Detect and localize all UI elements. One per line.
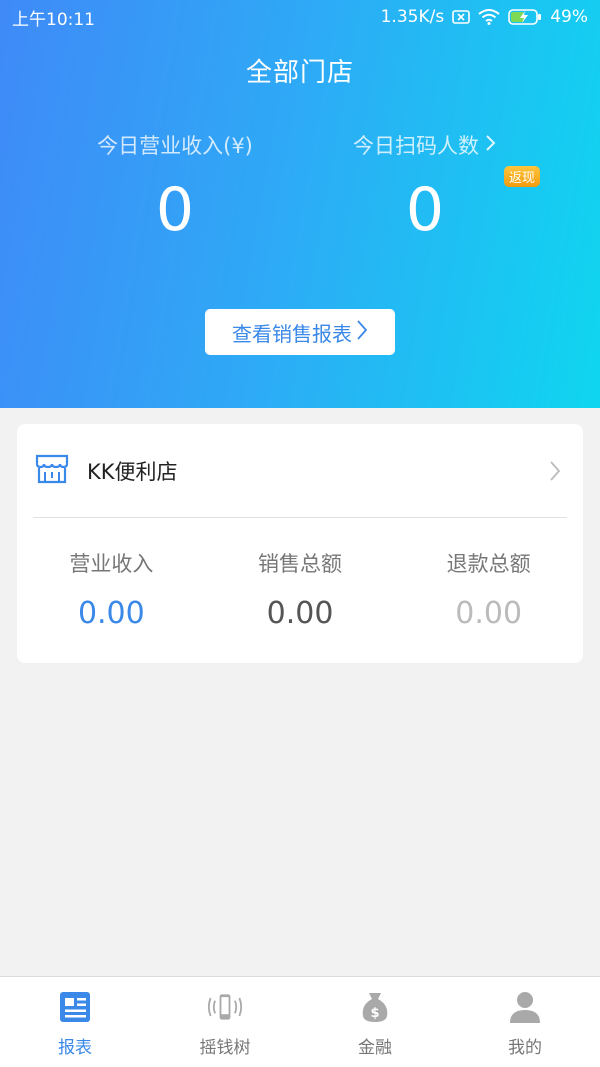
scan-label: 今日扫码人数 <box>353 134 479 158</box>
report-button-label: 查看销售报表 <box>232 321 352 346</box>
revenue-label: 今日营业收入(¥) <box>97 134 253 158</box>
chevron-right-icon <box>485 133 497 157</box>
report-icon <box>57 989 93 1025</box>
metric-value: 0.00 <box>266 596 334 631</box>
status-bar: 上午10:11 1.35K/s 49% <box>0 0 600 34</box>
network-speed: 1.35K/s <box>380 7 445 27</box>
store-card: KK便利店 营业收入 0.00 销售总额 0.00 退款总额 0.00 <box>17 424 583 663</box>
metric-label: 销售总额 <box>258 552 342 576</box>
status-time: 上午10:11 <box>12 9 95 30</box>
app-screen: 上午10:11 1.35K/s 49% 全部门店 今日营业收入(¥) 0 今日扫… <box>0 0 600 1067</box>
battery-icon <box>508 9 542 25</box>
nav-label: 我的 <box>508 1038 542 1058</box>
view-sales-report-button[interactable]: 查看销售报表 <box>205 309 395 355</box>
metric-value: 0.00 <box>77 596 145 631</box>
nav-item-money-tree[interactable]: 摇钱树 <box>150 977 300 1067</box>
metric-value: 0.00 <box>455 596 523 631</box>
scan-label-row[interactable]: 今日扫码人数 <box>353 130 497 160</box>
nav-item-finance[interactable]: $ 金融 <box>300 977 450 1067</box>
chevron-right-icon <box>549 460 561 486</box>
nav-label: 报表 <box>58 1038 92 1058</box>
chevron-right-icon <box>356 319 368 346</box>
store-header[interactable]: KK便利店 <box>17 424 583 517</box>
shake-phone-icon <box>207 989 243 1025</box>
metric-operating-income: 营业收入 0.00 <box>17 548 206 631</box>
store-name: KK便利店 <box>87 459 178 484</box>
nav-item-mine[interactable]: 我的 <box>450 977 600 1067</box>
scan-value: 0 <box>405 175 445 245</box>
revenue-value: 0 <box>155 175 195 245</box>
revenue-stat: 今日营业收入(¥) 0 <box>50 130 300 240</box>
bottom-nav: 报表 摇钱树 $ 金融 我的 <box>0 976 600 1067</box>
metric-total-sales: 销售总额 0.00 <box>206 548 395 631</box>
status-right: 1.35K/s 49% <box>381 7 588 27</box>
sim-icon <box>452 10 471 24</box>
scan-stat[interactable]: 今日扫码人数 返现 0 <box>300 130 550 240</box>
store-metrics: 营业收入 0.00 销售总额 0.00 退款总额 0.00 <box>17 548 583 631</box>
metric-total-refunds: 退款总额 0.00 <box>394 548 583 631</box>
header-banner: 上午10:11 1.35K/s 49% 全部门店 今日营业收入(¥) 0 今日扫… <box>0 0 600 408</box>
metric-label: 退款总额 <box>446 552 531 576</box>
cashback-badge: 返现 <box>503 166 540 187</box>
store-icon <box>35 454 69 488</box>
nav-item-report[interactable]: 报表 <box>0 977 150 1067</box>
metric-label: 营业收入 <box>69 552 154 576</box>
nav-label: 摇钱树 <box>199 1038 251 1058</box>
page-title: 全部门店 <box>245 58 354 88</box>
money-bag-icon: $ <box>357 989 393 1025</box>
divider <box>33 517 567 518</box>
battery-percent: 49% <box>550 7 588 27</box>
wifi-icon <box>478 9 500 25</box>
svg-text:$: $ <box>370 1006 379 1021</box>
nav-label: 金融 <box>358 1038 392 1058</box>
user-icon <box>507 989 543 1025</box>
